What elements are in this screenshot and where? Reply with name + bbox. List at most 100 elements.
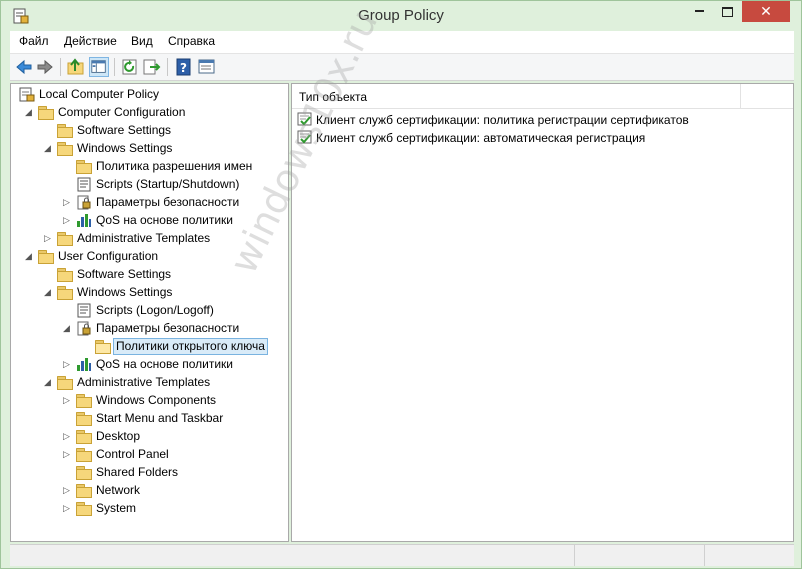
menu-help[interactable]: Справка (168, 34, 215, 48)
expand-arrow-icon[interactable]: ▷ (63, 359, 72, 370)
tree-node[interactable]: Scripts (Startup/Shutdown) (11, 176, 287, 194)
collapse-arrow-icon[interactable]: ◢ (63, 323, 72, 334)
tree-node[interactable]: ◢ User Configuration (11, 248, 287, 266)
collapse-arrow-icon[interactable]: ◢ (44, 287, 53, 298)
help-icon[interactable]: ? (174, 57, 194, 77)
tree-node[interactable]: ▷ System (11, 500, 287, 518)
folder-icon (76, 465, 92, 480)
folder-icon (57, 123, 73, 138)
tree-node-label: Desktop (96, 429, 141, 443)
tree-node[interactable]: ◢ Параметры безопасности (11, 320, 287, 338)
tree-node[interactable]: ▷ Administrative Templates (11, 230, 287, 248)
tree-node-label: Параметры безопасности (96, 195, 240, 209)
expand-arrow-icon[interactable]: ▷ (44, 233, 53, 244)
menu-bar: Файл Действие Вид Справка (10, 31, 794, 54)
list-item-label: Клиент служб сертификации: автоматическа… (316, 131, 646, 145)
folder-icon (57, 375, 73, 390)
column-object-type[interactable]: Тип объекта (299, 90, 367, 104)
back-icon[interactable] (14, 57, 34, 77)
toolbar-separator (167, 58, 168, 76)
folder-icon (76, 501, 92, 516)
folder-icon (76, 429, 92, 444)
up-folder-icon[interactable] (66, 57, 86, 77)
tree-node-label: User Configuration (58, 249, 159, 263)
collapse-arrow-icon[interactable]: ◢ (25, 107, 34, 118)
tree-node[interactable]: ◢ Windows Settings (11, 140, 287, 158)
details-pane[interactable]: Тип объекта Клиент служб сертификации: п… (291, 83, 794, 542)
menu-view[interactable]: Вид (131, 34, 153, 48)
tree-node-label: Политика разрешения имен (96, 159, 253, 173)
tree-node-label: Параметры безопасности (96, 321, 240, 335)
tree-node[interactable]: Software Settings (11, 266, 287, 284)
tree-node[interactable]: ▷ QoS на основе политики (11, 212, 287, 230)
tree-node[interactable]: ▷ Параметры безопасности (11, 194, 287, 212)
toolbar-separator (60, 58, 61, 76)
properties-icon[interactable] (197, 57, 217, 77)
tree-node[interactable]: ◢ Windows Settings (11, 284, 287, 302)
menu-action[interactable]: Действие (64, 34, 117, 48)
expand-arrow-icon[interactable]: ▷ (63, 503, 72, 514)
tree-node-label: Shared Folders (96, 465, 179, 479)
forward-icon[interactable] (35, 57, 55, 77)
folder-icon (76, 159, 92, 174)
tree-node[interactable]: Политики открытого ключа (11, 338, 287, 356)
status-cell (574, 545, 705, 566)
export-icon[interactable] (142, 57, 162, 77)
tree-node-label: Software Settings (77, 123, 172, 137)
tree-node[interactable]: ▷ Windows Components (11, 392, 287, 410)
toolbar-separator (114, 58, 115, 76)
collapse-arrow-icon[interactable]: ◢ (44, 377, 53, 388)
expand-arrow-icon[interactable]: ▷ (63, 449, 72, 460)
script-icon (76, 177, 92, 192)
tree-node[interactable]: ◢ Administrative Templates (11, 374, 287, 392)
folder-icon (76, 411, 92, 426)
menu-file[interactable]: Файл (19, 34, 49, 48)
tree-node-label: Windows Components (96, 393, 217, 407)
svg-text:?: ? (180, 61, 187, 75)
security-icon (76, 321, 92, 336)
tree-node[interactable]: ▷ Control Panel (11, 446, 287, 464)
show-tree-icon[interactable] (89, 57, 109, 77)
tree-node[interactable]: Local Computer Policy (11, 86, 287, 104)
tree-node[interactable]: ◢ Computer Configuration (11, 104, 287, 122)
tree-node[interactable]: Start Menu and Taskbar (11, 410, 287, 428)
column-divider[interactable] (740, 84, 741, 108)
tree-node-label: Scripts (Startup/Shutdown) (96, 177, 240, 191)
tree-node[interactable]: ▷ Network (11, 482, 287, 500)
expand-arrow-icon[interactable]: ▷ (63, 197, 72, 208)
expand-arrow-icon[interactable]: ▷ (63, 395, 72, 406)
group-policy-window: Group Policy ✕ Файл Действие Вид Справка… (0, 0, 802, 569)
collapse-arrow-icon[interactable]: ◢ (44, 143, 53, 154)
tree-node[interactable]: ▷ QoS на основе политики (11, 356, 287, 374)
tree-node[interactable]: Политика разрешения имен (11, 158, 287, 176)
minimize-button[interactable] (685, 1, 713, 22)
expand-arrow-icon[interactable]: ▷ (63, 215, 72, 226)
folder-icon (38, 105, 54, 120)
folder-open-icon (95, 339, 111, 354)
folder-icon (76, 483, 92, 498)
folder-icon (38, 249, 54, 264)
tree-node[interactable]: Software Settings (11, 122, 287, 140)
tree-node-label: QoS на основе политики (96, 213, 233, 227)
status-cell (704, 545, 795, 566)
tree-node[interactable]: Shared Folders (11, 464, 287, 482)
collapse-arrow-icon[interactable]: ◢ (25, 251, 34, 262)
refresh-icon[interactable] (120, 57, 140, 77)
folder-icon (76, 447, 92, 462)
tree-node[interactable]: ▷ Desktop (11, 428, 287, 446)
certificate-policy-icon (297, 130, 312, 144)
console-tree-pane[interactable]: Local Computer Policy ◢ Computer Configura… (10, 83, 289, 542)
tree-node[interactable]: Scripts (Logon/Logoff) (11, 302, 287, 320)
close-button[interactable]: ✕ (742, 1, 790, 22)
folder-icon (57, 231, 73, 246)
expand-arrow-icon[interactable]: ▷ (63, 485, 72, 496)
expand-arrow-icon[interactable]: ▷ (63, 431, 72, 442)
tree-node-label: Network (96, 483, 141, 497)
title-bar[interactable]: Group Policy ✕ (1, 1, 801, 31)
tree-node-label: Administrative Templates (77, 231, 211, 245)
tree-node-label: Windows Settings (77, 141, 173, 155)
list-header: Тип объекта (292, 84, 793, 109)
maximize-button[interactable] (713, 1, 741, 22)
tree-node-label: QoS на основе политики (96, 357, 233, 371)
status-bar (10, 544, 794, 566)
